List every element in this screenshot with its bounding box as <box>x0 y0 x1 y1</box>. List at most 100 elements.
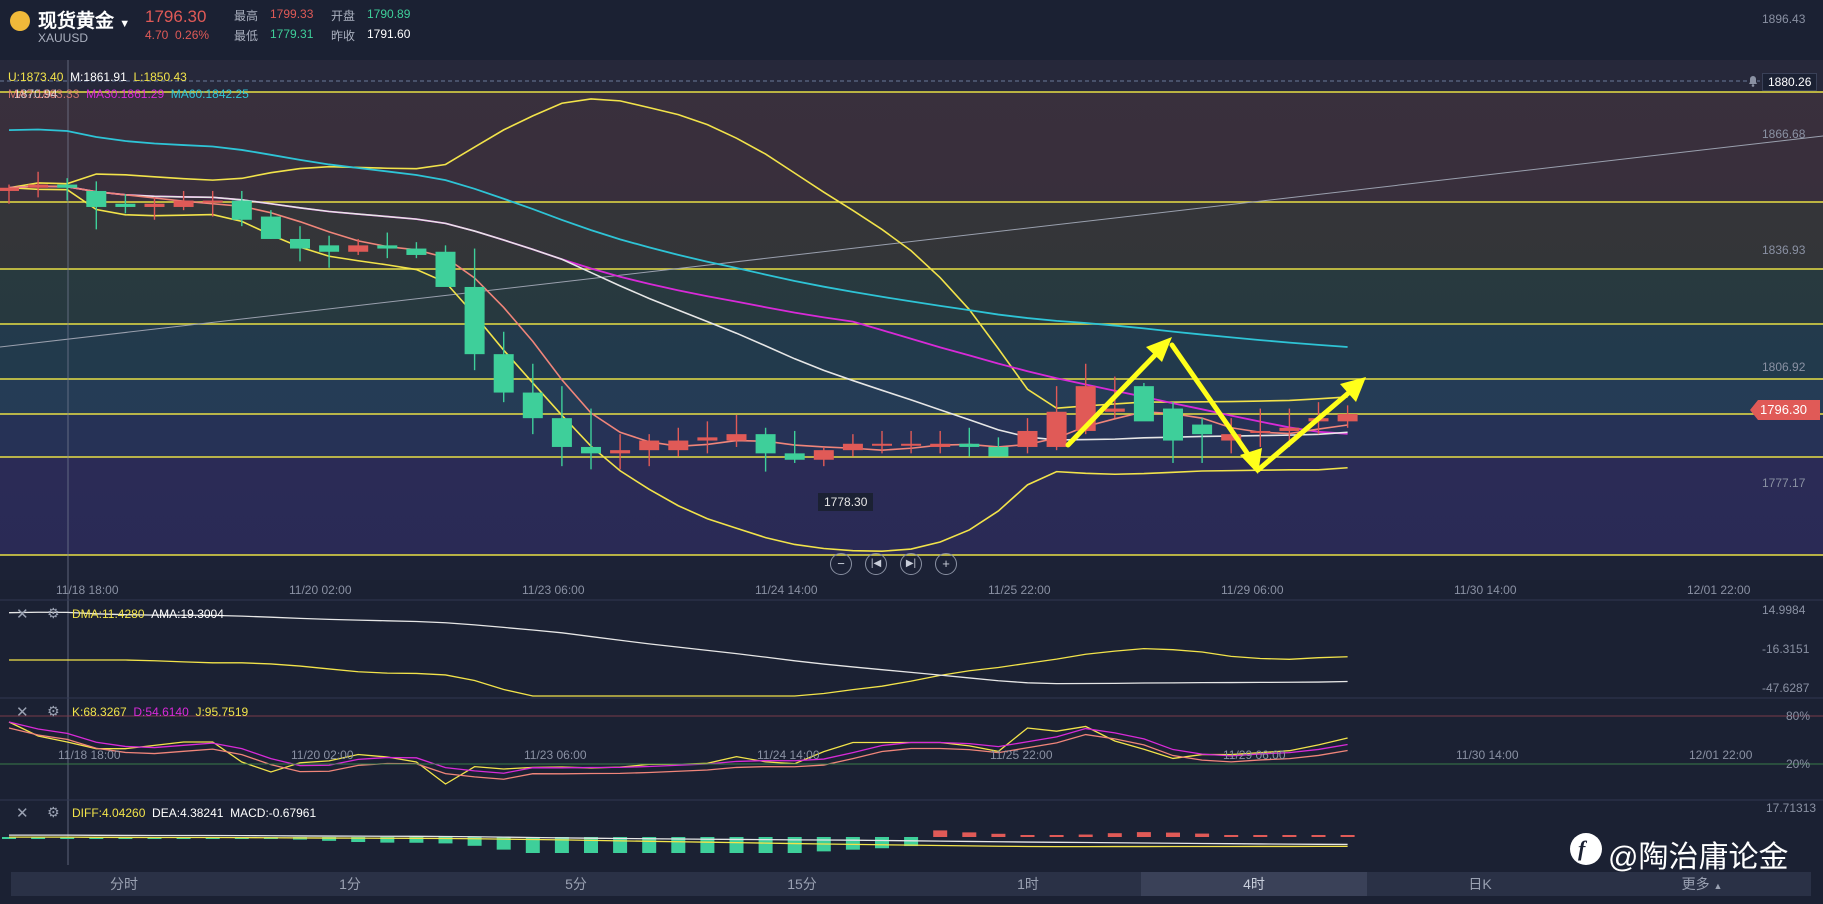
tab-1min[interactable]: 1分 <box>237 872 463 896</box>
candle-body[interactable] <box>231 200 252 220</box>
candle-body[interactable] <box>610 450 631 454</box>
candle-body[interactable] <box>1046 411 1067 447</box>
candle-body[interactable] <box>1104 408 1125 412</box>
gear-icon[interactable]: ⚙ <box>47 605 60 622</box>
macd-histogram-bar <box>1282 835 1297 837</box>
candle-body[interactable] <box>668 440 689 451</box>
kdj-time-axis-label: 11/30 14:00 <box>1456 748 1519 762</box>
scroll-left-button[interactable]: |◀ <box>865 553 887 575</box>
kdj-time-axis-label: 11/20 02:00 <box>291 748 354 762</box>
candle-body[interactable] <box>260 216 281 239</box>
close-icon[interactable]: ✕ <box>16 703 29 721</box>
candle-body[interactable] <box>406 248 427 255</box>
candle-body[interactable] <box>1250 430 1271 433</box>
macd-histogram-bar <box>933 830 948 837</box>
boll-legend: U:1873.40 M:1861.91 L:1850.43 <box>8 70 187 84</box>
chart-canvas[interactable] <box>0 0 1823 904</box>
candle-body[interactable] <box>348 245 369 252</box>
candle-body[interactable] <box>1163 408 1183 441</box>
close-icon[interactable]: ✕ <box>16 605 29 623</box>
open-label: 开盘 <box>331 9 356 23</box>
candle-body[interactable] <box>1337 414 1358 422</box>
candle-body[interactable] <box>377 245 398 249</box>
chevron-down-icon[interactable]: ▼ <box>119 18 130 30</box>
candle-body[interactable] <box>551 418 572 447</box>
macd-histogram-bar <box>1107 833 1122 837</box>
gear-icon[interactable]: ⚙ <box>47 703 60 720</box>
macd-histogram-bar <box>1166 832 1180 837</box>
prev-close-label: 昨收 <box>331 29 356 43</box>
low-value: 1779.31 <box>270 27 314 41</box>
kdj-legend: K:68.3267 D:54.6140 J:95.7519 <box>72 705 249 719</box>
high-value: 1799.33 <box>270 7 314 21</box>
time-axis-label: 11/20 02:00 <box>289 583 352 597</box>
price-axis-label: 1866.68 <box>1762 127 1806 141</box>
candle-body[interactable] <box>464 286 485 355</box>
candle-body[interactable] <box>988 446 1009 457</box>
candle-body[interactable] <box>522 392 543 419</box>
candle-body[interactable] <box>290 238 310 249</box>
ma-legend: 1870.94 MA?:1863.33 MA30:1861.29 MA60:18… <box>8 87 249 101</box>
candle-body[interactable] <box>493 354 514 393</box>
tab-daily[interactable]: 日K <box>1367 872 1593 896</box>
instrument-title[interactable]: 现货黄金 ▼ <box>38 6 130 33</box>
tab-timeshare[interactable]: 分时 <box>11 872 237 896</box>
tab-5min[interactable]: 5分 <box>463 872 689 896</box>
candle-body[interactable] <box>813 450 834 460</box>
candle-body[interactable] <box>57 184 78 188</box>
candle-body[interactable] <box>1133 386 1154 422</box>
macd-histogram-bar <box>1253 835 1268 837</box>
kdj-time-axis-label: 11/25 22:00 <box>990 748 1053 762</box>
time-axis-label: 12/01 22:00 <box>1687 583 1751 597</box>
candle-body[interactable] <box>435 251 456 287</box>
candle-body[interactable] <box>319 245 340 252</box>
candle-body[interactable] <box>173 200 194 207</box>
candle-body[interactable] <box>639 440 660 451</box>
caret-up-icon: ▲ <box>1713 881 1723 891</box>
kdj-time-axis-label: 11/24 14:00 <box>757 748 820 762</box>
dma-axis-label: -47.6287 <box>1762 681 1810 695</box>
zoom-in-button[interactable]: + <box>935 553 957 575</box>
candle-body[interactable] <box>28 184 49 188</box>
tab-4hour[interactable]: 4时 <box>1141 872 1367 896</box>
candle-body[interactable] <box>0 187 19 191</box>
candle-body[interactable] <box>930 443 951 447</box>
macd-histogram-bar <box>962 832 977 837</box>
last-price: 1796.30 <box>145 7 207 26</box>
macd-legend: DIFF:4.04260 DEA:4.38241 MACD:-0.67961 <box>72 806 317 820</box>
candle-body[interactable] <box>959 443 980 447</box>
close-icon[interactable]: ✕ <box>16 804 29 822</box>
dma-axis-label: 14.9984 <box>1762 603 1806 617</box>
candle-body[interactable] <box>144 203 165 207</box>
tab-15min[interactable]: 15分 <box>689 872 915 896</box>
candle-body[interactable] <box>86 190 107 207</box>
time-axis-label: 11/23 06:00 <box>522 583 585 597</box>
time-axis-label: 11/30 14:00 <box>1454 583 1517 597</box>
band-7 <box>0 457 1823 555</box>
candle-body[interactable] <box>901 443 922 446</box>
candle-body[interactable] <box>581 446 601 454</box>
bell-icon[interactable] <box>1747 74 1757 87</box>
time-axis-label: 11/24 14:00 <box>755 583 818 597</box>
candle-body[interactable] <box>726 434 747 441</box>
macd-histogram-bar <box>613 837 628 853</box>
candle-body[interactable] <box>1279 427 1300 431</box>
zoom-out-button[interactable]: − <box>830 553 852 575</box>
kdj-time-axis-label: 11/23 06:00 <box>524 748 587 762</box>
low-price-label: 1778.30 <box>818 493 874 511</box>
candle-body[interactable] <box>1192 424 1213 435</box>
candle-body[interactable] <box>755 434 776 454</box>
candle-body[interactable] <box>872 443 892 446</box>
candle-body[interactable] <box>115 203 136 207</box>
candle-body[interactable] <box>842 443 863 451</box>
scroll-right-button[interactable]: ▶| <box>900 553 922 575</box>
candle-body[interactable] <box>784 453 805 460</box>
band-5 <box>0 379 1823 414</box>
gear-icon[interactable]: ⚙ <box>47 804 60 821</box>
macd-axis-label: 17.71313 <box>1766 801 1817 815</box>
candle-body[interactable] <box>1017 430 1038 447</box>
candle-body[interactable] <box>697 437 718 441</box>
candle-body[interactable] <box>202 200 223 203</box>
top-line-price-tag: 1880.26 <box>1762 73 1818 91</box>
tab-1hour[interactable]: 1时 <box>915 872 1141 896</box>
